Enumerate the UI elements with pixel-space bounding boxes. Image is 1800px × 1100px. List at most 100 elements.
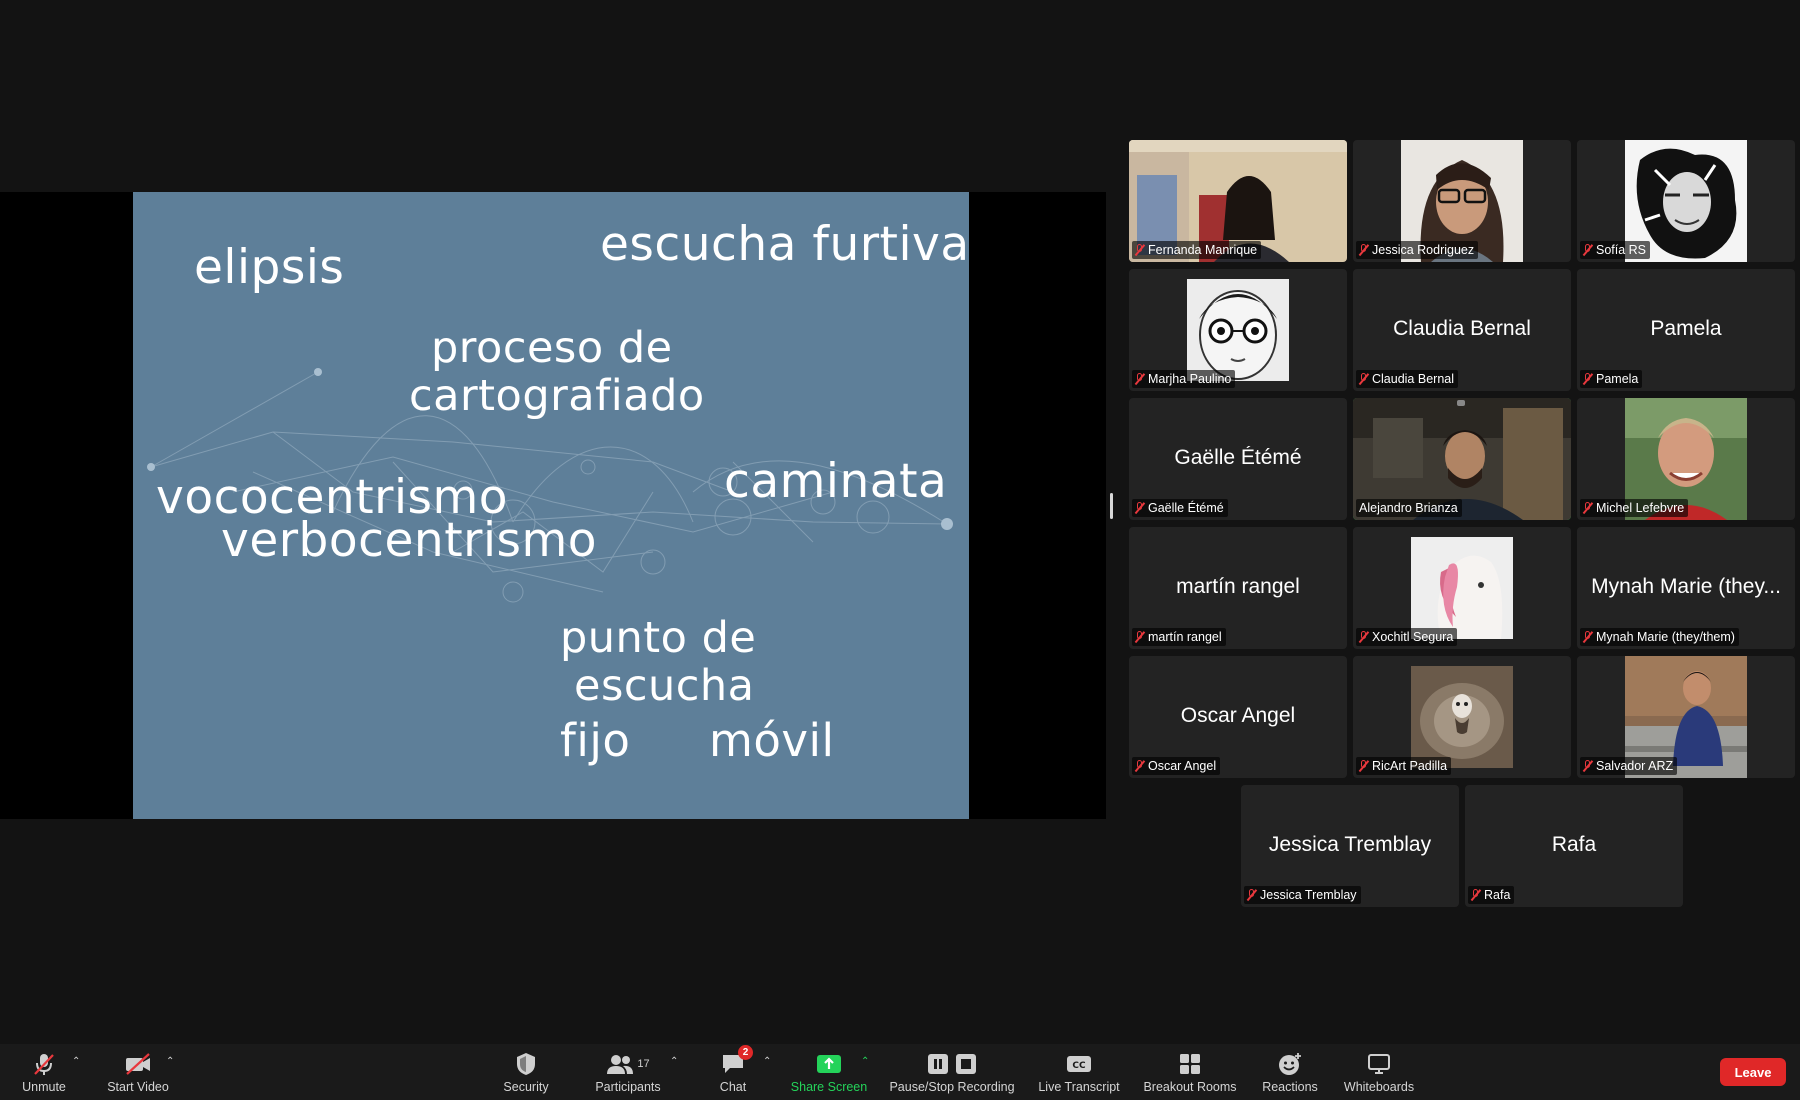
muted-mic-icon: [1135, 244, 1144, 256]
participant-tile[interactable]: Jessica Rodriguez: [1353, 140, 1571, 262]
slide-word-escucha-furtiva: escucha furtiva: [600, 217, 969, 272]
slide-word-punto-de: punto de: [560, 613, 757, 663]
mic-muted-icon: [32, 1051, 56, 1077]
participant-tile[interactable]: Michel Lefebvre: [1577, 398, 1795, 520]
participant-display-name: Gaëlle Étémé: [1174, 446, 1302, 469]
muted-mic-icon: [1359, 244, 1368, 256]
muted-mic-icon: [1359, 631, 1368, 643]
start-video-button[interactable]: Start Video: [100, 1044, 176, 1100]
participant-tile[interactable]: Gaëlle Étémé Gaëlle Étémé: [1129, 398, 1347, 520]
participant-tile[interactable]: Jessica Tremblay Jessica Tremblay: [1241, 785, 1459, 907]
participant-display-name: Claudia Bernal: [1393, 317, 1531, 340]
participant-tile[interactable]: Claudia Bernal Claudia Bernal: [1353, 269, 1571, 391]
muted-mic-icon: [1583, 631, 1592, 643]
participant-name-label: Oscar Angel: [1132, 757, 1221, 775]
participant-tile[interactable]: Rafa Rafa: [1465, 785, 1683, 907]
participant-tile[interactable]: Marjha Paulino: [1129, 269, 1347, 391]
participant-tile[interactable]: Mynah Marie (they... Mynah Marie (they/t…: [1577, 527, 1795, 649]
muted-mic-icon: [1583, 502, 1592, 514]
participants-count: 17: [637, 1058, 650, 1070]
participant-display-name: Rafa: [1551, 833, 1597, 856]
participant-tile[interactable]: Sofía RS: [1577, 140, 1795, 262]
participant-name-label: Xochitl Segura: [1356, 628, 1458, 646]
share-screen-button[interactable]: Share Screen: [786, 1044, 872, 1100]
participant-photo: [1411, 666, 1513, 768]
muted-mic-icon: [1359, 760, 1368, 772]
participant-display-name: Jessica Tremblay: [1268, 833, 1432, 856]
presentation-slide: elipsis escucha furtiva proceso de carto…: [133, 192, 969, 819]
participant-name-label: Gaëlle Étémé: [1132, 499, 1228, 517]
participant-display-name: Pamela: [1650, 317, 1722, 340]
participants-icon: [607, 1055, 634, 1074]
participant-tile[interactable]: martín rangel martín rangel: [1129, 527, 1347, 649]
slide-word-verbocentrismo: verbocentrismo: [221, 513, 598, 568]
participant-tile[interactable]: Salvador ARZ: [1577, 656, 1795, 778]
slide-word-cartografiado: cartografiado: [409, 371, 705, 421]
muted-mic-icon: [1135, 760, 1144, 772]
participant-photo: [1187, 279, 1289, 381]
chat-options-caret[interactable]: ⌃: [763, 1056, 771, 1067]
participant-name-label: Fernanda Manrique: [1132, 241, 1262, 259]
meeting-toolbar: Unmute ⌃ Start Video ⌃ Security 17 Parti…: [0, 1044, 1800, 1100]
security-button[interactable]: Security: [496, 1044, 556, 1100]
split-view-resize-handle[interactable]: [1110, 493, 1113, 519]
breakout-rooms-icon: [1179, 1051, 1201, 1077]
participant-name-label: Rafa: [1468, 886, 1515, 904]
muted-mic-icon: [1247, 889, 1256, 901]
muted-mic-icon: [1583, 373, 1592, 385]
shield-icon: [515, 1051, 537, 1077]
unmute-button[interactable]: Unmute: [12, 1044, 76, 1100]
muted-mic-icon: [1135, 373, 1144, 385]
participants-options-caret[interactable]: ⌃: [670, 1056, 678, 1067]
participant-photo: [1411, 537, 1513, 639]
svg-text:CC: CC: [1072, 1061, 1086, 1071]
chat-unread-badge: 2: [738, 1045, 753, 1060]
muted-mic-icon: [1135, 502, 1144, 514]
participant-name-label: Jessica Rodriguez: [1356, 241, 1479, 259]
muted-mic-icon: [1135, 631, 1144, 643]
reactions-button[interactable]: Reactions: [1256, 1044, 1324, 1100]
participant-name-label: Michel Lefebvre: [1580, 499, 1689, 517]
chat-button[interactable]: 2 Chat: [706, 1044, 760, 1100]
participant-display-name: Mynah Marie (they...: [1591, 575, 1781, 598]
participant-name-label: Claudia Bernal: [1356, 370, 1458, 388]
shared-screen: elipsis escucha furtiva proceso de carto…: [0, 192, 1106, 819]
audio-options-caret[interactable]: ⌃: [72, 1056, 80, 1067]
share-screen-icon: [816, 1051, 842, 1077]
participant-name-label: Mynah Marie (they/them): [1580, 628, 1739, 646]
participant-tile[interactable]: Xochitl Segura: [1353, 527, 1571, 649]
participant-tile[interactable]: Pamela Pamela: [1577, 269, 1795, 391]
slide-word-elipsis: elipsis: [194, 240, 345, 295]
muted-mic-icon: [1583, 760, 1592, 772]
participant-name-label: Salvador ARZ: [1580, 757, 1678, 775]
whiteboard-icon: [1367, 1051, 1391, 1077]
slide-word-movil: móvil: [709, 714, 835, 767]
leave-meeting-button[interactable]: Leave: [1720, 1058, 1786, 1086]
share-options-caret[interactable]: ⌃: [861, 1056, 869, 1067]
pause-stop-icon: [928, 1054, 976, 1074]
muted-mic-icon: [1359, 373, 1368, 385]
smiley-plus-icon: [1277, 1051, 1303, 1077]
participant-tile[interactable]: Oscar Angel Oscar Angel: [1129, 656, 1347, 778]
breakout-rooms-button[interactable]: Breakout Rooms: [1140, 1044, 1240, 1100]
slide-word-caminata: caminata: [724, 454, 948, 509]
participant-name-label: Sofía RS: [1580, 241, 1651, 259]
participant-tile[interactable]: RicArt Padilla: [1353, 656, 1571, 778]
muted-mic-icon: [1583, 244, 1592, 256]
whiteboards-button[interactable]: Whiteboards: [1336, 1044, 1422, 1100]
live-transcript-button[interactable]: CC Live Transcript: [1032, 1044, 1126, 1100]
pause-stop-recording-button[interactable]: Pause/Stop Recording: [884, 1044, 1020, 1100]
participant-name-label: Pamela: [1580, 370, 1643, 388]
participant-name-label: Jessica Tremblay: [1244, 886, 1361, 904]
participant-tile-active-speaker[interactable]: Alejandro Brianza: [1353, 398, 1571, 520]
closed-caption-icon: CC: [1066, 1051, 1092, 1077]
participant-display-name: Oscar Angel: [1180, 704, 1296, 727]
slide-word-fijo: fijo: [560, 714, 631, 767]
video-options-caret[interactable]: ⌃: [166, 1056, 174, 1067]
participant-tile[interactable]: Fernanda Manrique: [1129, 140, 1347, 262]
participants-button[interactable]: 17 Participants: [588, 1044, 668, 1100]
participant-name-label: Marjha Paulino: [1132, 370, 1236, 388]
participant-name-label: RicArt Padilla: [1356, 757, 1452, 775]
participant-name-label: martín rangel: [1132, 628, 1226, 646]
participant-display-name: martín rangel: [1176, 575, 1300, 598]
